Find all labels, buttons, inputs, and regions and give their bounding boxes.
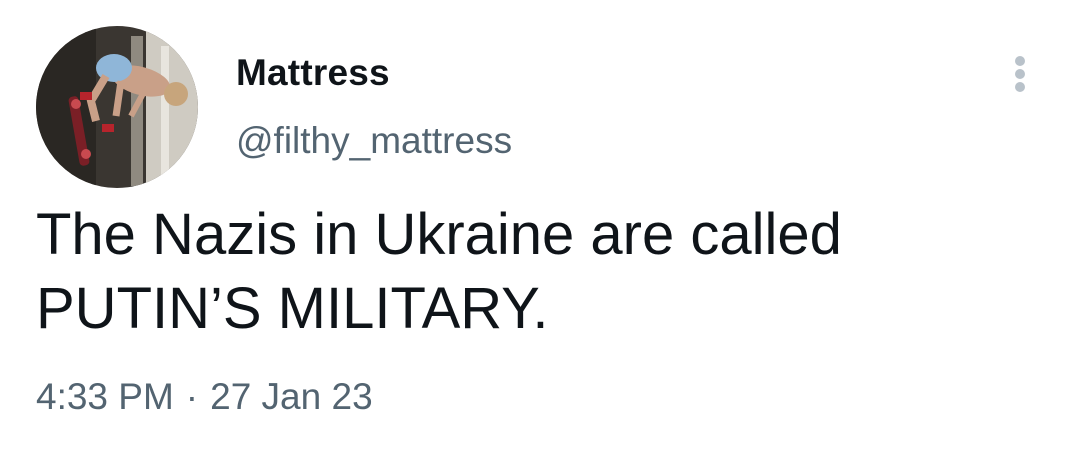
avatar[interactable]: [36, 26, 198, 188]
tweet-card: Mattress @filthy_mattress The Nazis in U…: [0, 0, 1080, 459]
menu-dot: [1015, 56, 1025, 66]
tweet-text: The Nazis in Ukraine are called PUTIN’S …: [36, 202, 842, 341]
tweet-time: 4:33 PM: [36, 376, 174, 417]
tweet-date: 27 Jan 23: [210, 376, 373, 417]
tweet-timestamp[interactable]: 4:33 PM · 27 Jan 23: [36, 376, 373, 418]
author-handle[interactable]: @filthy_mattress: [236, 120, 512, 162]
menu-dot: [1015, 82, 1025, 92]
more-options-icon[interactable]: [1004, 50, 1036, 98]
menu-dot: [1015, 69, 1025, 79]
author-display-name[interactable]: Mattress: [236, 52, 390, 94]
avatar-image: [36, 26, 198, 188]
meta-separator: ·: [185, 376, 199, 417]
